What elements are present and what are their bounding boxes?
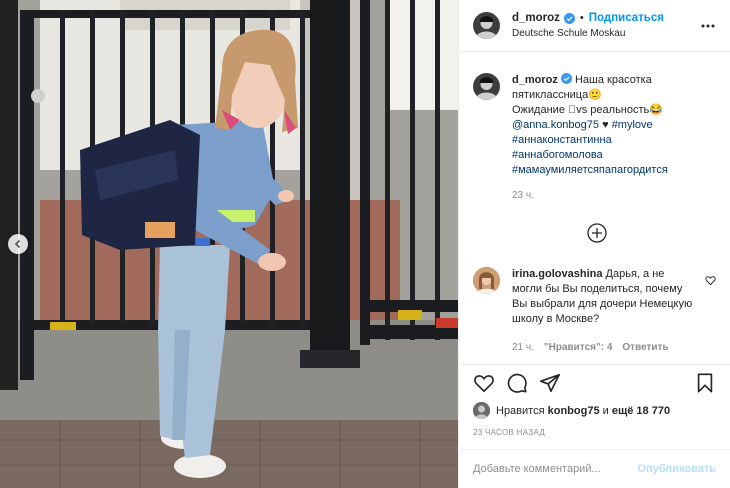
likes-middle: и — [602, 404, 609, 417]
verified-badge-icon — [560, 73, 572, 84]
liker-username[interactable]: konbog75 — [548, 405, 600, 417]
share-paper-plane-icon[interactable] — [539, 372, 561, 394]
hashtag-link[interactable]: #mylove — [612, 119, 653, 131]
caption-heart: ♥ — [602, 119, 609, 131]
comment-bubble-icon[interactable] — [506, 372, 528, 394]
emoji-face-icon: 🙂 — [588, 89, 602, 101]
add-comment-form: Опубликовать — [459, 449, 730, 488]
photo-image — [0, 0, 458, 488]
author-username[interactable]: d_moroz — [512, 11, 560, 27]
post-location[interactable]: Deutsche Schule Moskau — [512, 27, 664, 41]
hashtag-link[interactable]: #аннабогомолова — [512, 149, 603, 161]
post-header: d_moroz • Подписаться Deutsche Schule Mo… — [459, 0, 730, 52]
comment-time[interactable]: 21 ч. — [512, 340, 534, 355]
likes-count-link[interactable]: ещё 18 770 — [612, 405, 670, 417]
likes-prefix: Нравится — [496, 404, 545, 417]
caption-line-2: Ожидание ⃞vs реальность — [512, 104, 650, 116]
comment-item: irina.golovashina Дарья, а не могли бы В… — [473, 267, 716, 355]
load-more-comments-icon[interactable] — [587, 223, 607, 243]
likes-summary: Нравится konbog75 и ещё 18 770 — [473, 402, 716, 419]
emoji-laugh-icon: 😂 — [649, 104, 663, 116]
like-heart-icon[interactable] — [473, 372, 495, 394]
previous-photo-button[interactable] — [8, 234, 28, 254]
save-bookmark-icon[interactable] — [694, 372, 716, 394]
more-options-icon[interactable] — [700, 18, 716, 34]
reply-button[interactable]: Ответить — [622, 340, 668, 355]
commenter-avatar[interactable] — [473, 267, 500, 294]
comments-list[interactable]: d_moroz Наша красотка пятиклассница🙂 Ожи… — [459, 53, 730, 365]
post-caption: d_moroz Наша красотка пятиклассница🙂 Ожи… — [473, 73, 716, 203]
author-avatar[interactable] — [473, 12, 500, 39]
follow-button[interactable]: Подписаться — [589, 11, 664, 27]
separator-dot: • — [579, 12, 584, 25]
caption-username[interactable]: d_moroz — [512, 74, 558, 86]
like-comment-heart-icon[interactable] — [705, 275, 716, 286]
post-actions-bar — [473, 372, 716, 396]
publish-button[interactable]: Опубликовать — [637, 463, 716, 475]
verified-badge-icon — [563, 13, 575, 25]
liker-avatar[interactable] — [473, 402, 490, 419]
hashtag-link[interactable]: #мамаумиляетсяпапагордится — [512, 164, 668, 176]
post-timestamp[interactable]: 23 ЧАСОВ НАЗАД — [473, 428, 545, 437]
caption-mention[interactable]: @anna.konbog75 — [512, 119, 599, 131]
comment-input[interactable] — [473, 463, 638, 475]
caption-time[interactable]: 23 ч. — [512, 188, 702, 203]
chevron-left-icon — [14, 239, 21, 249]
post-side-panel: d_moroz • Подписаться Deutsche Schule Mo… — [458, 0, 730, 488]
caption-author-avatar[interactable] — [473, 73, 500, 100]
comment-likes-count[interactable]: "Нравится": 4 — [544, 340, 613, 355]
post-photo[interactable] — [0, 0, 458, 488]
hashtag-link[interactable]: #аннаконстантинна — [512, 134, 612, 146]
commenter-username[interactable]: irina.golovashina — [512, 268, 602, 280]
